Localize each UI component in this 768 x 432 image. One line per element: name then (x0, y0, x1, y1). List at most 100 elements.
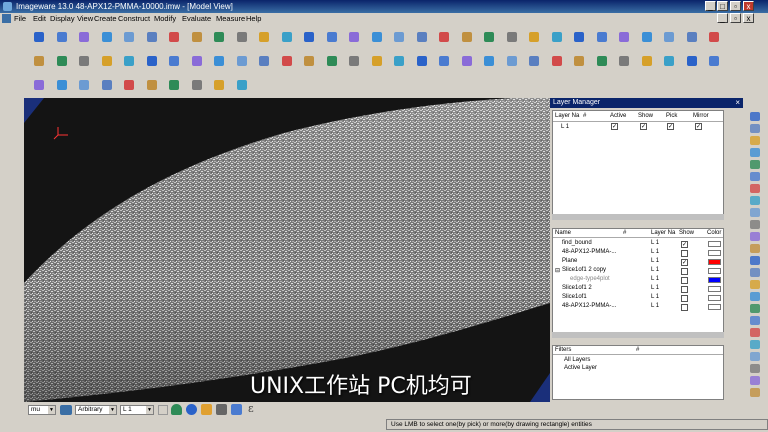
col-filters-num[interactable]: # (636, 347, 639, 353)
entity-color-swatch[interactable] (708, 286, 721, 292)
side-tool-button[interactable] (750, 172, 760, 181)
col-entity-name[interactable]: Name (555, 230, 571, 236)
toolbar-button[interactable] (683, 52, 701, 70)
toolbar-button[interactable] (188, 52, 206, 70)
entity-row[interactable]: Slice1of1 2 L 1 (553, 285, 723, 294)
layer-active-checkbox[interactable]: ✓ (611, 123, 618, 130)
entity-row[interactable]: 48-APX12-PMMA-... L 1 (553, 249, 723, 258)
toolbar-button[interactable] (615, 28, 633, 46)
toolbar-button[interactable] (525, 52, 543, 70)
toolbar-button[interactable] (525, 28, 543, 46)
toolbar-button[interactable] (120, 52, 138, 70)
toolbar-button[interactable] (120, 28, 138, 46)
tree-icon[interactable] (171, 404, 182, 415)
toolbar-button[interactable] (165, 28, 183, 46)
col-filters[interactable]: Filters (555, 347, 571, 353)
toolbar-button[interactable] (503, 28, 521, 46)
toolbar-button[interactable] (503, 52, 521, 70)
menu-create[interactable]: Create (94, 13, 117, 24)
document-icon[interactable] (2, 14, 11, 23)
side-tool-button[interactable] (750, 268, 760, 277)
doc-minimize-button[interactable]: _ (717, 13, 728, 23)
layer-dropdown-small[interactable] (158, 405, 168, 415)
toolbar-button[interactable] (75, 76, 93, 94)
side-tool-button[interactable] (750, 124, 760, 133)
toolbar-button[interactable] (143, 52, 161, 70)
col-entity-show[interactable]: Show (679, 230, 694, 236)
side-tool-button[interactable] (750, 292, 760, 301)
toolbar-button[interactable] (570, 52, 588, 70)
toolbar-button[interactable] (278, 52, 296, 70)
toolbar-button[interactable] (98, 52, 116, 70)
toolbar-button[interactable] (188, 28, 206, 46)
toolbar-button[interactable] (255, 28, 273, 46)
render-icon[interactable] (186, 404, 197, 415)
side-tool-button[interactable] (750, 256, 760, 265)
toolbar-button[interactable] (53, 28, 71, 46)
entity-show-checkbox[interactable] (681, 250, 688, 257)
layer-row-name[interactable]: L 1 (561, 124, 569, 130)
menu-display[interactable]: Display (50, 13, 75, 24)
side-tool-button[interactable] (750, 328, 760, 337)
toolbar-button[interactable] (98, 28, 116, 46)
entity-color-swatch[interactable] (708, 277, 721, 283)
col-entity-num[interactable]: # (623, 230, 626, 236)
side-tool-button[interactable] (750, 340, 760, 349)
col-entity-color[interactable]: Color (707, 230, 721, 236)
toolbar-button[interactable] (368, 28, 386, 46)
toolbar-button[interactable] (548, 52, 566, 70)
toolbar-button[interactable] (705, 52, 723, 70)
side-tool-button[interactable] (750, 196, 760, 205)
toolbar-button[interactable] (278, 28, 296, 46)
toolbar-button[interactable] (705, 28, 723, 46)
side-tool-button[interactable] (750, 148, 760, 157)
toolbar-button[interactable] (323, 28, 341, 46)
toolbar-button[interactable] (210, 52, 228, 70)
entity-show-checkbox[interactable] (681, 295, 688, 302)
toolbar-button[interactable] (210, 76, 228, 94)
entity-show-checkbox[interactable]: ✓ (681, 241, 688, 248)
toolbar-button[interactable] (233, 76, 251, 94)
toolbar-button[interactable] (593, 52, 611, 70)
toolbar-button[interactable] (75, 52, 93, 70)
entity-show-checkbox[interactable] (681, 277, 688, 284)
toolbar-button[interactable] (638, 52, 656, 70)
side-tool-button[interactable] (750, 160, 760, 169)
side-tool-button[interactable] (750, 232, 760, 241)
side-tool-button[interactable] (750, 244, 760, 253)
toolbar-button[interactable] (30, 28, 48, 46)
side-tool-button[interactable] (750, 136, 760, 145)
toolbar-button[interactable] (390, 52, 408, 70)
minimize-button[interactable]: _ (705, 1, 716, 11)
entity-row[interactable]: find_bound L 1 ✓ (553, 240, 723, 249)
col-pick[interactable]: Pick (666, 113, 677, 119)
toolbar-button[interactable] (368, 52, 386, 70)
entity-color-swatch[interactable] (708, 268, 721, 274)
toolbar-button[interactable] (458, 52, 476, 70)
col-show[interactable]: Show (638, 113, 653, 119)
entity-row[interactable]: Slice1of1 2 copy L 1 (553, 267, 723, 276)
model-viewport[interactable] (24, 98, 550, 402)
restore-button[interactable]: ▫ (730, 1, 741, 11)
toolbar-button[interactable] (413, 28, 431, 46)
col-active[interactable]: Active (610, 113, 626, 119)
menu-measure[interactable]: Measure (216, 13, 245, 24)
col-entity-layer[interactable]: Layer Na (651, 230, 675, 236)
tree-expander-icon[interactable]: ⊟ (555, 267, 560, 274)
toolbar-button[interactable] (660, 52, 678, 70)
toolbar-button[interactable] (143, 76, 161, 94)
side-tool-button[interactable] (750, 316, 760, 325)
layer-pick-checkbox[interactable]: ✓ (667, 123, 674, 130)
view-icon[interactable] (60, 405, 72, 415)
entity-color-swatch[interactable] (708, 259, 721, 265)
toolbar-button[interactable] (458, 28, 476, 46)
menu-file[interactable]: File (14, 13, 26, 24)
toolbar-button[interactable] (615, 52, 633, 70)
side-tool-button[interactable] (750, 208, 760, 217)
toolbar-button[interactable] (165, 76, 183, 94)
toolbar-button[interactable] (233, 52, 251, 70)
maximize-button[interactable]: □ (717, 1, 728, 11)
toolbar-button[interactable] (210, 28, 228, 46)
side-tool-button[interactable] (750, 388, 760, 397)
side-tool-button[interactable] (750, 112, 760, 121)
